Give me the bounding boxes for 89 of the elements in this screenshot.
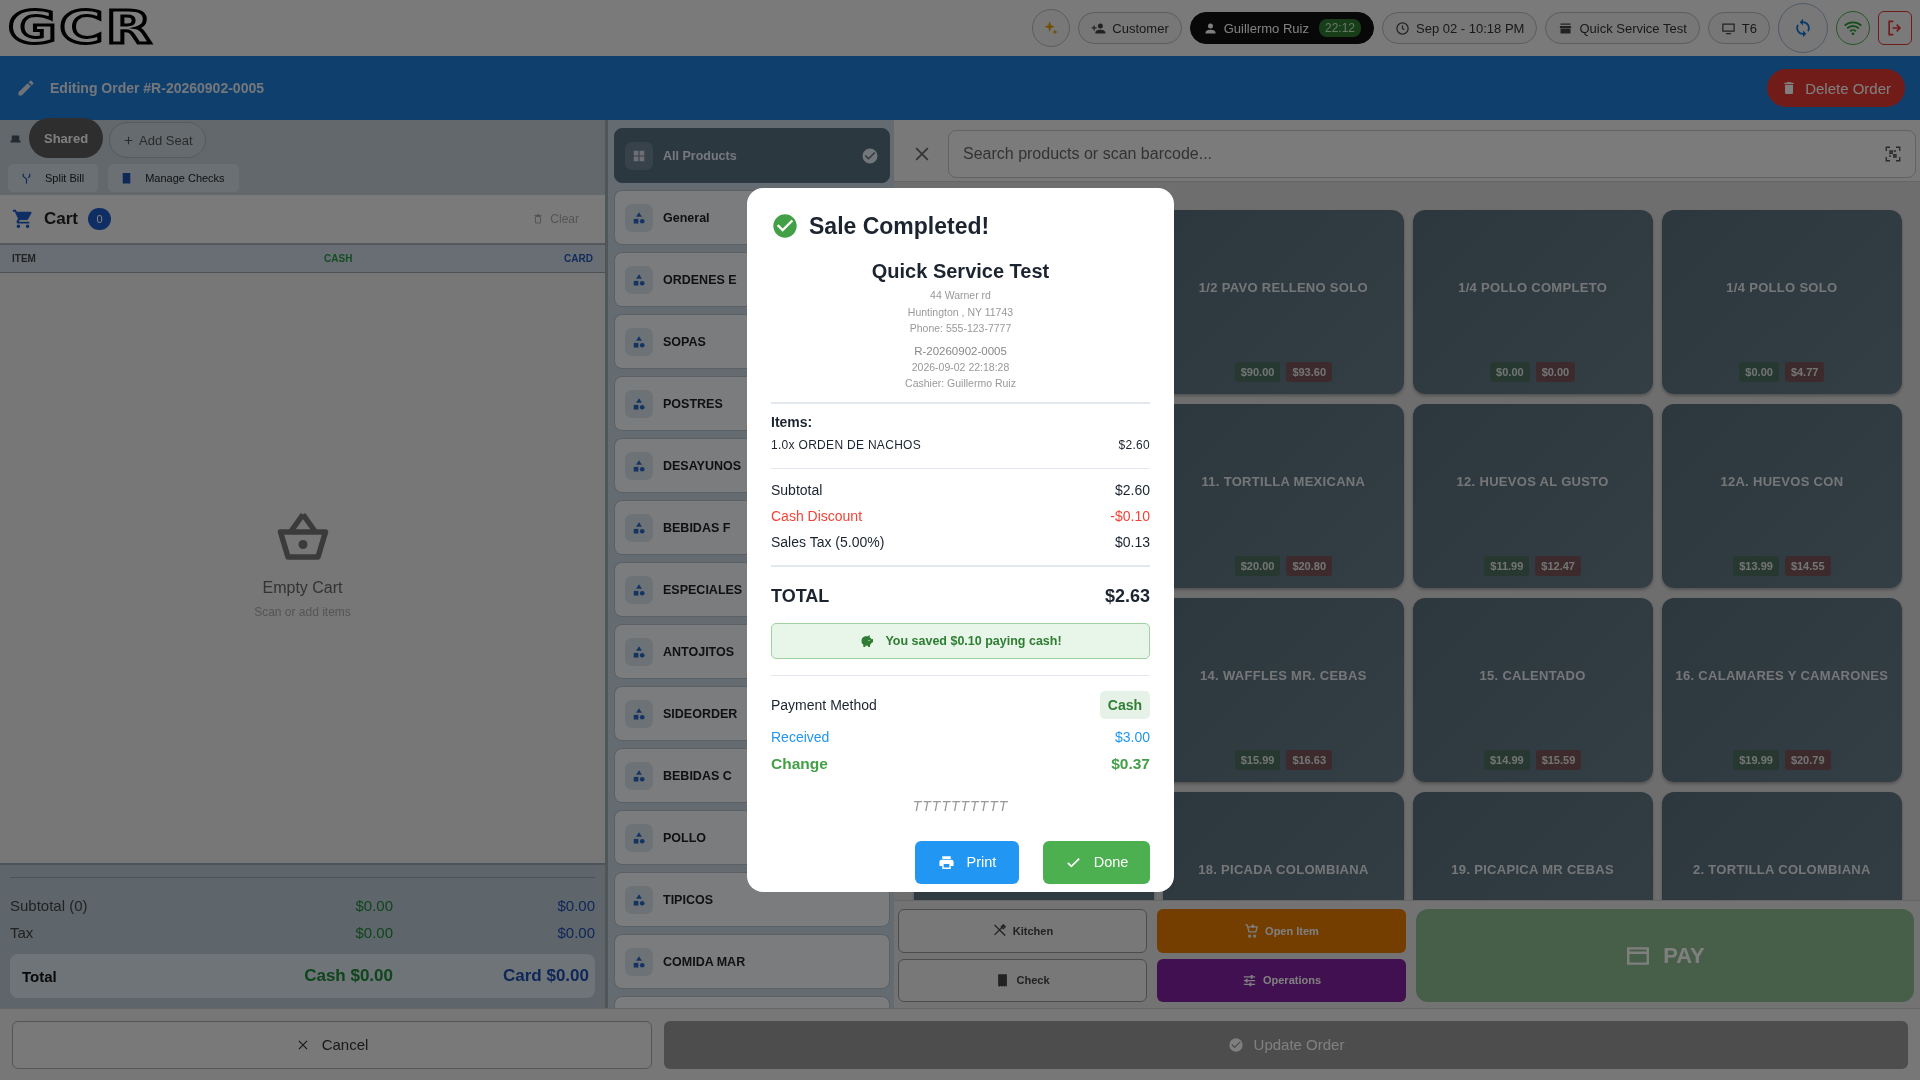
payment-method-label: Payment Method bbox=[771, 696, 877, 713]
category-label: General bbox=[663, 210, 710, 225]
category-label: POSTRES bbox=[663, 396, 723, 411]
cash-total: Cash $0.00 bbox=[304, 966, 393, 986]
cash-price: $0.00 bbox=[1739, 362, 1779, 382]
cash-price: $15.99 bbox=[1234, 750, 1281, 770]
column-header: CASH bbox=[324, 253, 354, 264]
card-price: $20.80 bbox=[1286, 556, 1333, 576]
product-name: 16. CALAMARES Y CAMARONES bbox=[1675, 668, 1889, 683]
card-price: $14.55 bbox=[1784, 556, 1831, 576]
total-label: TOTAL bbox=[771, 586, 830, 607]
cash-price: $20.00 bbox=[1234, 556, 1281, 576]
cash-price: $14.99 bbox=[1483, 750, 1530, 770]
line-label: Subtotal bbox=[771, 481, 823, 498]
address-line: 44 Warner rd bbox=[930, 288, 991, 303]
cash-amount: $0.00 bbox=[354, 924, 393, 941]
product-name: 2. TORTILLA COLOMBIANA bbox=[1693, 862, 1871, 877]
category-label: BEBIDAS F bbox=[663, 520, 731, 535]
item-count-badge: 0 bbox=[88, 208, 111, 230]
receipt-datetime: 2026-09-02 22:18:28 bbox=[911, 359, 1010, 375]
total-label: Subtotal (0) bbox=[10, 897, 89, 914]
card-price: $12.47 bbox=[1535, 556, 1581, 576]
shift-time-badge: 22:12 bbox=[1318, 19, 1361, 37]
total-amount: $2.63 bbox=[1104, 586, 1150, 607]
line-amount: $0.13 bbox=[1114, 533, 1150, 550]
empty-cart-title: Empty Cart bbox=[262, 579, 343, 597]
address-line: Huntington , NY 11743 bbox=[907, 304, 1014, 320]
receipt-number: R-20260902-0005 bbox=[914, 343, 1007, 359]
savings-message: You saved $0.10 paying cash! bbox=[885, 633, 1062, 648]
cash-amount: $0.00 bbox=[354, 897, 393, 914]
line-amount: -$0.10 bbox=[1110, 507, 1150, 524]
product-name: 14. WAFFLES MR. CEBAS bbox=[1200, 668, 1367, 683]
cash-price: $19.99 bbox=[1733, 750, 1779, 770]
category-label: COMIDA MAR bbox=[663, 954, 746, 969]
change-label: Change bbox=[771, 754, 828, 773]
line-label: Cash Discount bbox=[771, 507, 863, 524]
card-total: Card $0.00 bbox=[503, 966, 589, 986]
product-name: 15. CALENTADO bbox=[1479, 668, 1586, 683]
received-amount: $3.00 bbox=[1114, 728, 1150, 745]
card-price: $93.60 bbox=[1286, 362, 1333, 382]
cash-price: $90.00 bbox=[1234, 362, 1281, 382]
product-name: 18. PICADA COLOMBIANA bbox=[1198, 862, 1369, 877]
change-amount: $0.37 bbox=[1111, 754, 1150, 773]
category-label: All Products bbox=[663, 148, 737, 163]
category-label: SOPAS bbox=[663, 334, 706, 349]
column-header: ITEM bbox=[12, 253, 37, 264]
column-header: CARD bbox=[564, 253, 593, 264]
order-title: Editing Order #R-20260902-0005 bbox=[50, 80, 264, 96]
logo: GCR bbox=[8, 6, 155, 50]
total-label: Tax bbox=[10, 924, 35, 941]
product-name: 1/4 POLLO COMPLETO bbox=[1458, 280, 1608, 295]
cash-price: $0.00 bbox=[1490, 362, 1530, 382]
items-label: Items: bbox=[771, 413, 814, 430]
address-line: Phone: 555-123-7777 bbox=[909, 321, 1012, 336]
category-label: DESAYUNOS bbox=[663, 458, 742, 473]
category-label: SIDEORDER bbox=[663, 706, 738, 721]
category-label: ORDENES E bbox=[663, 272, 737, 287]
product-name: 11. TORTILLA MEXICANA bbox=[1201, 474, 1366, 489]
dialog-title: Sale Completed! bbox=[809, 212, 990, 240]
line-label: Sales Tax (5.00%) bbox=[771, 533, 885, 550]
product-name: 12. HUEVOS AL GUSTO bbox=[1456, 474, 1609, 489]
product-name: 1/4 POLLO SOLO bbox=[1726, 280, 1838, 295]
payment-method-badge: Cash bbox=[1099, 690, 1150, 719]
line-amount: $2.60 bbox=[1114, 481, 1150, 498]
card-price: $4.77 bbox=[1784, 362, 1825, 382]
signature: TTTTTTTTTT bbox=[911, 797, 1010, 814]
cash-price: $11.99 bbox=[1484, 556, 1530, 576]
cart-title: Cart bbox=[44, 209, 78, 229]
product-name: 12A. HUEVOS CON bbox=[1720, 474, 1844, 489]
product-name: 1/2 PAVO RELLENO SOLO bbox=[1198, 280, 1368, 295]
card-price: $15.59 bbox=[1535, 750, 1582, 770]
card-price: $0.00 bbox=[1535, 362, 1576, 382]
cash-price: $13.99 bbox=[1733, 556, 1779, 576]
total-label: Total bbox=[22, 967, 58, 985]
product-name: 19. PICAPICA MR CEBAS bbox=[1451, 862, 1614, 877]
received-label: Received bbox=[771, 728, 830, 745]
card-amount: $0.00 bbox=[556, 897, 595, 914]
store-name: Quick Service Test bbox=[871, 260, 1050, 283]
category-label: BEBIDAS C bbox=[663, 768, 732, 783]
category-label: ESPECIALES bbox=[663, 582, 743, 597]
item-price: $2.60 bbox=[1118, 437, 1150, 452]
category-label: ANTOJITOS bbox=[663, 644, 735, 659]
cashier-name: Cashier: Guillermo Ruiz bbox=[905, 376, 1016, 391]
category-label: POLLO bbox=[663, 830, 707, 845]
category-label: TIPICOS bbox=[663, 892, 713, 907]
card-price: $16.63 bbox=[1286, 750, 1333, 770]
card-price: $20.79 bbox=[1784, 750, 1831, 770]
item-name: 1.0x ORDEN DE NACHOS bbox=[771, 437, 922, 452]
card-amount: $0.00 bbox=[556, 924, 595, 941]
